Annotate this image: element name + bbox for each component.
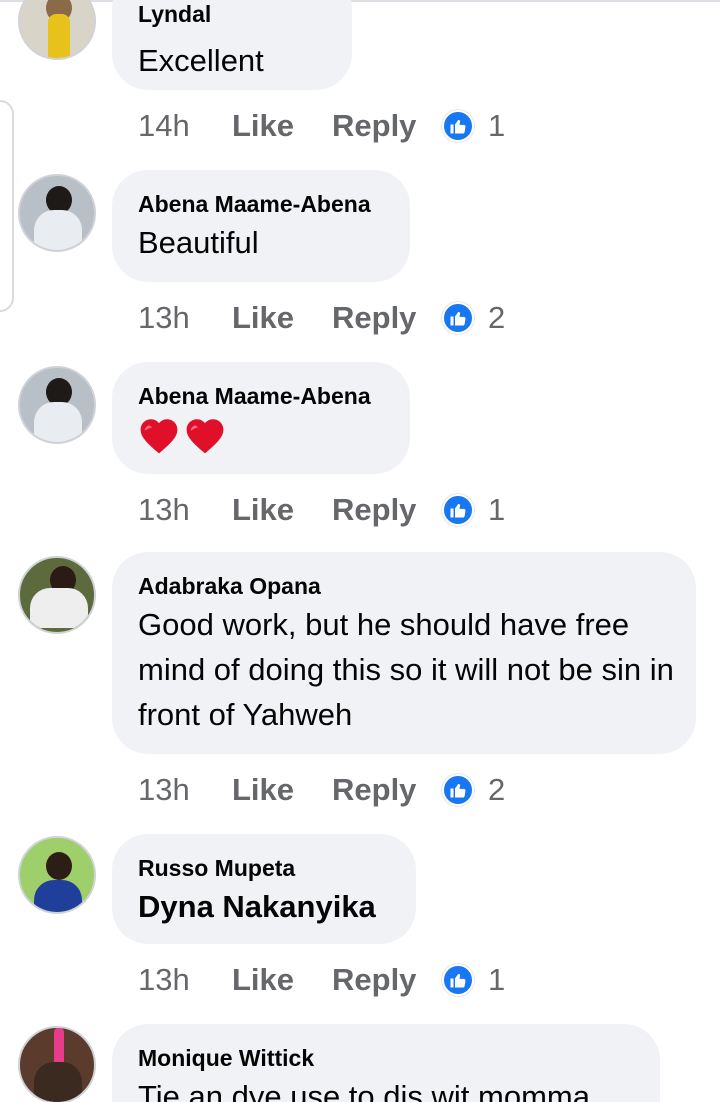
comment-bubble[interactable]: Abena Maame-Abena Beautiful (112, 170, 410, 282)
comment-text: Beautiful (138, 225, 259, 260)
comment-timestamp[interactable]: 13h (138, 962, 232, 998)
avatar[interactable] (18, 1026, 96, 1102)
comment-text[interactable]: Dyna Nakanyika (138, 884, 390, 929)
heart-icon (140, 418, 178, 453)
thumbs-up-icon (442, 964, 474, 996)
avatar[interactable] (18, 556, 96, 634)
reaction-count: 1 (488, 492, 506, 527)
reply-button[interactable]: Reply (332, 962, 442, 998)
comment-bubble[interactable]: John Paul Lyndal Excellent (112, 0, 352, 90)
reaction-count: 1 (488, 962, 506, 997)
comment-actions: 14h Like Reply 1 (138, 104, 505, 148)
thumbs-up-icon (442, 774, 474, 806)
comment-bubble[interactable]: Adabraka Opana Good work, but he should … (112, 552, 696, 754)
avatar[interactable] (18, 174, 96, 252)
thumbs-up-icon (442, 302, 474, 334)
thumbs-up-icon (442, 494, 474, 526)
heart-icon (186, 418, 224, 453)
comment-author[interactable]: Abena Maame-Abena (138, 380, 384, 412)
comment-text: Good work, but he should have free mind … (138, 607, 674, 732)
like-button[interactable]: Like (232, 300, 332, 336)
comment-timestamp[interactable]: 13h (138, 492, 232, 528)
like-button[interactable]: Like (232, 962, 332, 998)
like-button[interactable]: Like (232, 492, 332, 528)
comment-text: Tie an dye use to dis wit momma (138, 1079, 590, 1102)
comment-author[interactable]: Adabraka Opana (138, 570, 670, 602)
reaction-count: 2 (488, 772, 506, 807)
comment-timestamp[interactable]: 14h (138, 108, 232, 144)
comment-timestamp[interactable]: 13h (138, 772, 232, 808)
comment-author[interactable]: Russo Mupeta (138, 852, 390, 884)
reply-button[interactable]: Reply (332, 772, 442, 808)
heart-emoji-text: ❤️❤️ (138, 412, 384, 457)
comments-page: John Paul Lyndal Excellent 14h Like Repl… (0, 0, 720, 1102)
reaction-count: 2 (488, 300, 506, 335)
reaction-summary[interactable]: 1 (442, 492, 505, 528)
comment-bubble[interactable]: Russo Mupeta Dyna Nakanyika (112, 834, 416, 944)
reply-button[interactable]: Reply (332, 492, 442, 528)
comment-timestamp[interactable]: 13h (138, 300, 232, 336)
comment-author[interactable]: John Paul Lyndal (138, 0, 326, 26)
reaction-summary[interactable]: 1 (442, 108, 505, 144)
reaction-summary[interactable]: 1 (442, 962, 505, 998)
comment-actions: 13h Like Reply 1 (138, 488, 505, 532)
side-panel-edge (0, 100, 14, 312)
thumbs-up-icon (442, 110, 474, 142)
avatar[interactable] (18, 836, 96, 914)
comment-author[interactable]: Abena Maame-Abena (138, 188, 384, 220)
comment-author[interactable]: Monique Wittick (138, 1042, 634, 1074)
like-button[interactable]: Like (232, 108, 332, 144)
reaction-summary[interactable]: 2 (442, 300, 505, 336)
reply-button[interactable]: Reply (332, 108, 442, 144)
comment-bubble[interactable]: Monique Wittick Tie an dye use to dis wi… (112, 1024, 660, 1102)
top-divider (0, 0, 720, 2)
comment-text: Excellent (138, 43, 264, 78)
comment-actions: 13h Like Reply 1 (138, 958, 505, 1002)
reaction-count: 1 (488, 108, 506, 143)
reaction-summary[interactable]: 2 (442, 772, 505, 808)
comment-actions: 13h Like Reply 2 (138, 296, 505, 340)
like-button[interactable]: Like (232, 772, 332, 808)
reply-button[interactable]: Reply (332, 300, 442, 336)
avatar[interactable] (18, 0, 96, 60)
comment-actions: 13h Like Reply 2 (138, 768, 505, 812)
comment-bubble[interactable]: Abena Maame-Abena ❤️❤️ (112, 362, 410, 474)
avatar[interactable] (18, 366, 96, 444)
